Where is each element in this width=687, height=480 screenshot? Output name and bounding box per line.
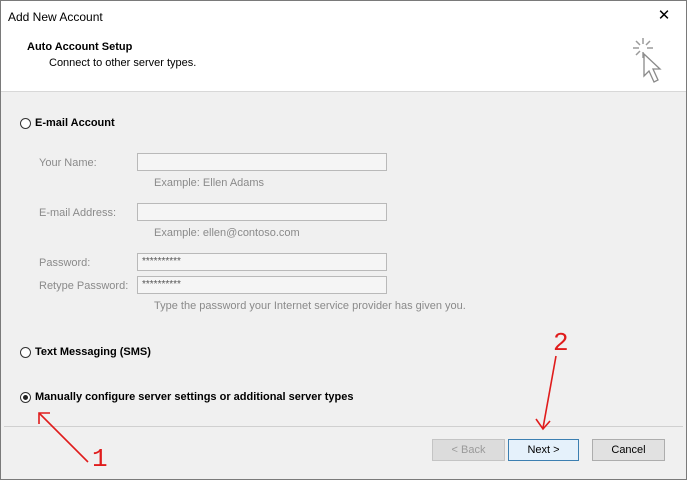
email-address-label: E-mail Address: xyxy=(39,207,117,219)
window-title: Add New Account xyxy=(8,10,103,24)
header-title: Auto Account Setup xyxy=(27,41,133,53)
wand-cursor-icon xyxy=(633,38,662,83)
dialog-header: Auto Account Setup Connect to other serv… xyxy=(1,31,686,92)
password-hint: Type the password your Internet service … xyxy=(154,300,466,312)
manual-config-label: Manually configure server settings or ad… xyxy=(35,391,354,403)
back-button[interactable]: < Back xyxy=(432,439,505,461)
annotation-number-1: 1 xyxy=(92,444,108,474)
next-button[interactable]: Next > xyxy=(508,439,579,461)
retype-password-label: Retype Password: xyxy=(39,280,129,292)
add-account-dialog: Add New Account ✕ Auto Account Setup Con… xyxy=(0,0,687,480)
password-label: Password: xyxy=(39,257,91,269)
your-name-hint: Example: Ellen Adams xyxy=(154,177,265,189)
footer-divider xyxy=(4,426,683,427)
manual-config-radio-circle[interactable] xyxy=(20,391,31,403)
title-bar: Add New Account ✕ xyxy=(1,1,686,31)
sms-label: Text Messaging (SMS) xyxy=(35,346,151,358)
cancel-button[interactable]: Cancel xyxy=(592,439,665,461)
sms-radio-circle[interactable] xyxy=(20,346,31,358)
manual-config-radio[interactable]: Manually configure server settings or ad… xyxy=(20,391,354,403)
your-name-label: Your Name: xyxy=(39,157,97,169)
close-icon[interactable]: ✕ xyxy=(656,8,672,24)
sms-radio[interactable]: Text Messaging (SMS) xyxy=(20,346,151,358)
email-account-label: E-mail Account xyxy=(35,117,115,129)
annotation-number-2: 2 xyxy=(553,328,569,358)
your-name-field[interactable] xyxy=(137,153,387,171)
email-account-radio[interactable]: E-mail Account xyxy=(20,117,115,129)
header-subtitle: Connect to other server types. xyxy=(49,57,197,69)
email-address-hint: Example: ellen@contoso.com xyxy=(154,227,300,239)
email-account-radio-circle[interactable] xyxy=(20,117,31,129)
password-field[interactable]: ********** xyxy=(137,253,387,271)
retype-password-field[interactable]: ********** xyxy=(137,276,387,294)
email-address-field[interactable] xyxy=(137,203,387,221)
